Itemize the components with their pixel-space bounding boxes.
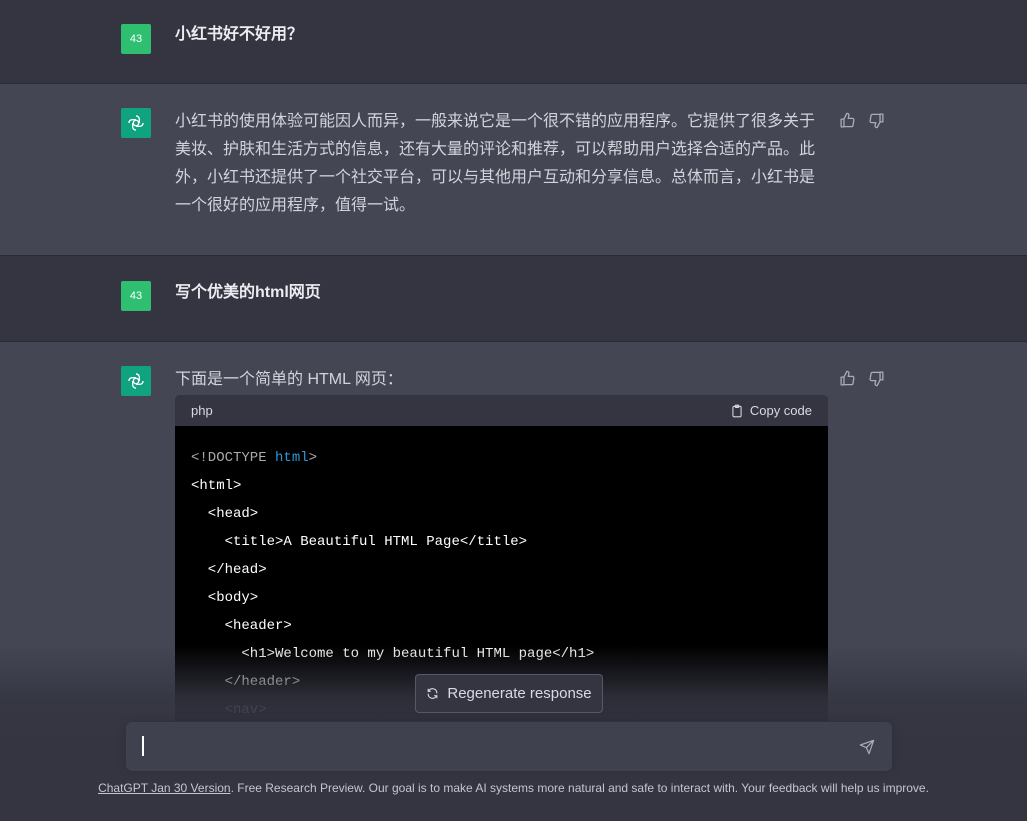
assistant-message-text: 小红书的使用体验可能因人而异，一般来说它是一个很不错的应用程序。它提供了很多关于… [175, 113, 816, 214]
chatgpt-logo-icon [121, 366, 151, 396]
code-line: <head> [191, 506, 259, 522]
user-avatar: 43 [121, 24, 151, 54]
feedback-buttons [839, 112, 885, 134]
thumbs-down-icon[interactable] [868, 370, 885, 392]
user-message-text: 小红书好不好用？ [175, 26, 304, 43]
footer-text: . Free Research Preview. Our goal is to … [230, 781, 929, 795]
code-line: <!DOCTYPE html> [191, 450, 318, 466]
copy-code-label: Copy code [749, 403, 812, 418]
code-line: <h1>Welcome to my beautiful HTML page</h… [191, 646, 595, 662]
feedback-buttons [839, 370, 885, 392]
send-button[interactable] [859, 739, 875, 760]
user-avatar: 43 [121, 281, 151, 311]
text-caret [142, 736, 144, 756]
assistant-intro-text: 下面是一个简单的 HTML 网页： [175, 371, 403, 388]
prompt-input[interactable] [126, 722, 892, 771]
regenerate-response-button[interactable]: Regenerate response [415, 674, 603, 713]
code-line: <html> [191, 478, 242, 494]
user-message-text: 写个优美的html网页 [175, 284, 321, 301]
refresh-icon [427, 688, 438, 699]
clipboard-icon [732, 404, 742, 417]
assistant-message-row: 小红书的使用体验可能因人而异，一般来说它是一个很不错的应用程序。它提供了很多关于… [0, 84, 1027, 256]
copy-code-button[interactable]: Copy code [730, 403, 812, 418]
code-block: php Copy code <!DOCTYPE html> <html> <hea… [175, 395, 828, 721]
thumbs-down-icon[interactable] [868, 112, 885, 134]
chatgpt-logo-icon [121, 108, 151, 138]
thumbs-up-icon[interactable] [839, 112, 856, 134]
code-block-header: php Copy code [175, 395, 828, 426]
code-line: <title>A Beautiful HTML Page</title> [191, 534, 528, 550]
code-language-label: php [191, 403, 213, 418]
user-message-row: 43 写个优美的html网页 [0, 256, 1027, 342]
version-link[interactable]: ChatGPT Jan 30 Version [98, 781, 231, 795]
code-line: </head> [191, 562, 267, 578]
regenerate-label: Regenerate response [447, 685, 592, 702]
thumbs-up-icon[interactable] [839, 370, 856, 392]
footer: ChatGPT Jan 30 Version. Free Research Pr… [0, 781, 1027, 795]
code-line: <header> [191, 618, 292, 634]
code-line: <body> [191, 590, 259, 606]
user-message-row: 43 小红书好不好用？ [0, 0, 1027, 84]
send-icon [859, 739, 875, 755]
